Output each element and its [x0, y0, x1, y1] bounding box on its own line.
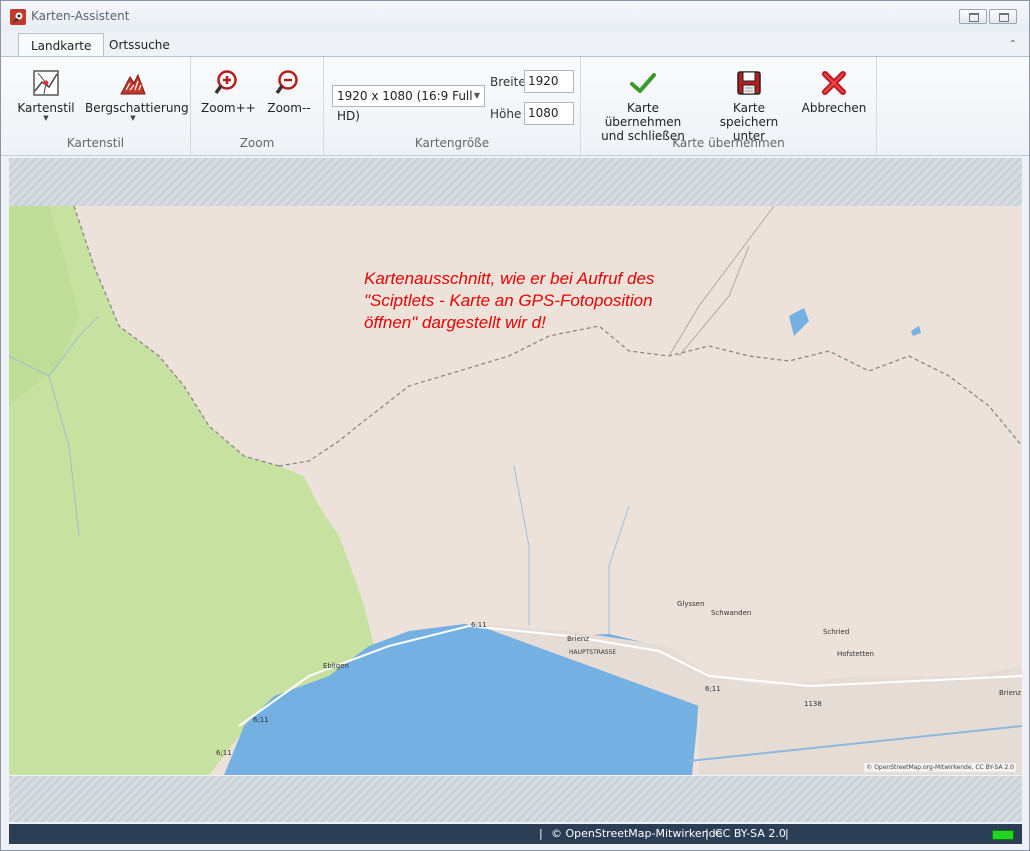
place-label-brienz-right: Brienz: [999, 689, 1022, 697]
cancel-label: Abbrechen: [801, 101, 867, 115]
group-label-kartenstil: Kartenstil: [66, 136, 125, 150]
tab-ortssuche[interactable]: Ortssuche: [97, 33, 182, 57]
status-separator: |: [539, 827, 543, 840]
save-label-1: Karte speichern: [719, 101, 779, 129]
window-title: Karten-Assistent: [31, 9, 130, 23]
group-label-uebernehmen: Karte übernehmen: [672, 136, 785, 150]
status-separator: |: [705, 827, 709, 840]
zoom-in-button[interactable]: Zoom++: [201, 59, 256, 115]
zoom-out-button[interactable]: Zoom--: [263, 59, 315, 115]
kartenstil-button[interactable]: Kartenstil ▼: [13, 59, 79, 122]
collapse-ribbon-icon[interactable]: ⌃: [1009, 39, 1017, 50]
place-label-glyssen: Glyssen: [677, 600, 705, 608]
checkmark-icon: [630, 73, 656, 93]
app-window: Karten-Assistent Landkarte Ortssuche ⌃ K…: [0, 0, 1030, 851]
road-label-611b: 6;11: [705, 685, 721, 693]
road-label-611d: 6;11: [216, 749, 232, 757]
road-label-611a: 6;11: [471, 621, 487, 629]
hoehe-input[interactable]: 1080: [524, 102, 574, 125]
place-label-hofstetten: Hofstetten: [837, 650, 874, 658]
status-separator: |: [785, 827, 789, 840]
hillshade-icon: [120, 73, 146, 95]
road-label-hauptstrasse: HAUPTSTRASSE: [569, 649, 617, 656]
size-preset-select[interactable]: 1920 x 1080 (16:9 Full HD) ▼: [332, 85, 485, 123]
group-zoom: Zoom++ Zoom-- Zoom: [191, 57, 324, 155]
map-overlay-text: Kartenausschnitt, wie er bei Aufruf des …: [364, 268, 724, 334]
save-as-button[interactable]: Karte speichern unter: [703, 59, 795, 143]
hoehe-label: Höhe: [490, 107, 522, 121]
tab-row: Landkarte Ortssuche ⌃: [1, 31, 1029, 58]
map-style-icon: [33, 70, 59, 96]
status-osm: © OpenStreetMap-Mitwirkende: [551, 827, 723, 840]
apply-close-button[interactable]: Karte übernehmen und schließen: [589, 59, 697, 143]
dropdown-arrow-icon: ▼: [473, 91, 480, 100]
ribbon: Kartenstil ▼ Bergschattierung ▼ Kartenst…: [1, 56, 1029, 156]
status-led-icon: [992, 830, 1014, 840]
dropdown-arrow-icon: ▼: [130, 114, 136, 122]
map-attribution: © OpenStreetMap.org-Mitwirkende, CC BY-S…: [864, 763, 1016, 772]
group-uebernehmen: Karte übernehmen und schließen Karte spe…: [581, 57, 877, 155]
red-x-icon: [822, 71, 846, 95]
tab-landkarte[interactable]: Landkarte: [18, 33, 105, 58]
zoom-in-label: Zoom++: [201, 101, 256, 115]
road-label-1138: 1138: [804, 700, 822, 708]
place-label-ebligen: Ebligen: [323, 662, 349, 670]
road-label-611c: 6;11: [253, 716, 269, 724]
maximize-icon: [999, 13, 1009, 22]
zoom-out-icon: [275, 70, 298, 95]
bergschattierung-label: Bergschattierung: [85, 101, 189, 115]
map-view[interactable]: Kartenausschnitt, wie er bei Aufruf des …: [9, 206, 1022, 775]
breite-input[interactable]: 1920: [524, 70, 574, 93]
group-kartenstil: Kartenstil ▼ Bergschattierung ▼ Kartenst…: [1, 57, 191, 155]
status-bar: | © OpenStreetMap-Mitwirkende | CC BY-SA…: [9, 824, 1022, 844]
app-icon: [10, 9, 26, 25]
bergschattierung-button[interactable]: Bergschattierung ▼: [85, 59, 189, 122]
place-label-schwanden: Schwanden: [711, 609, 752, 617]
group-label-zoom: Zoom: [239, 136, 275, 150]
apply-label-1: Karte übernehmen: [604, 101, 682, 129]
zoom-in-icon: [214, 70, 237, 95]
kartenstil-label: Kartenstil: [17, 101, 75, 115]
breite-label: Breite: [490, 75, 526, 89]
place-label-brienz: Brienz: [567, 635, 590, 643]
cancel-button[interactable]: Abbrechen: [801, 59, 867, 115]
title-bar: Karten-Assistent: [1, 1, 1029, 31]
hatch-bottom: [9, 776, 1022, 822]
overlay-line-2: "Sciptlets - Karte an GPS-Fotoposition: [364, 291, 653, 310]
place-label-schried: Schried: [823, 628, 850, 636]
overlay-line-3: öffnen" dargestellt wir d!: [364, 313, 546, 332]
dropdown-arrow-icon: ▼: [43, 114, 49, 122]
hatch-top: [9, 158, 1022, 206]
floppy-disk-icon: [737, 71, 761, 95]
restore-icon: [969, 13, 979, 22]
zoom-out-label: Zoom--: [267, 101, 311, 115]
maximize-button[interactable]: [989, 9, 1017, 24]
overlay-line-1: Kartenausschnitt, wie er bei Aufruf des: [364, 269, 655, 288]
restore-button[interactable]: [959, 9, 987, 24]
group-label-kartengroesse: Kartengröße: [414, 136, 490, 150]
status-license: CC BY-SA 2.0: [715, 827, 786, 840]
